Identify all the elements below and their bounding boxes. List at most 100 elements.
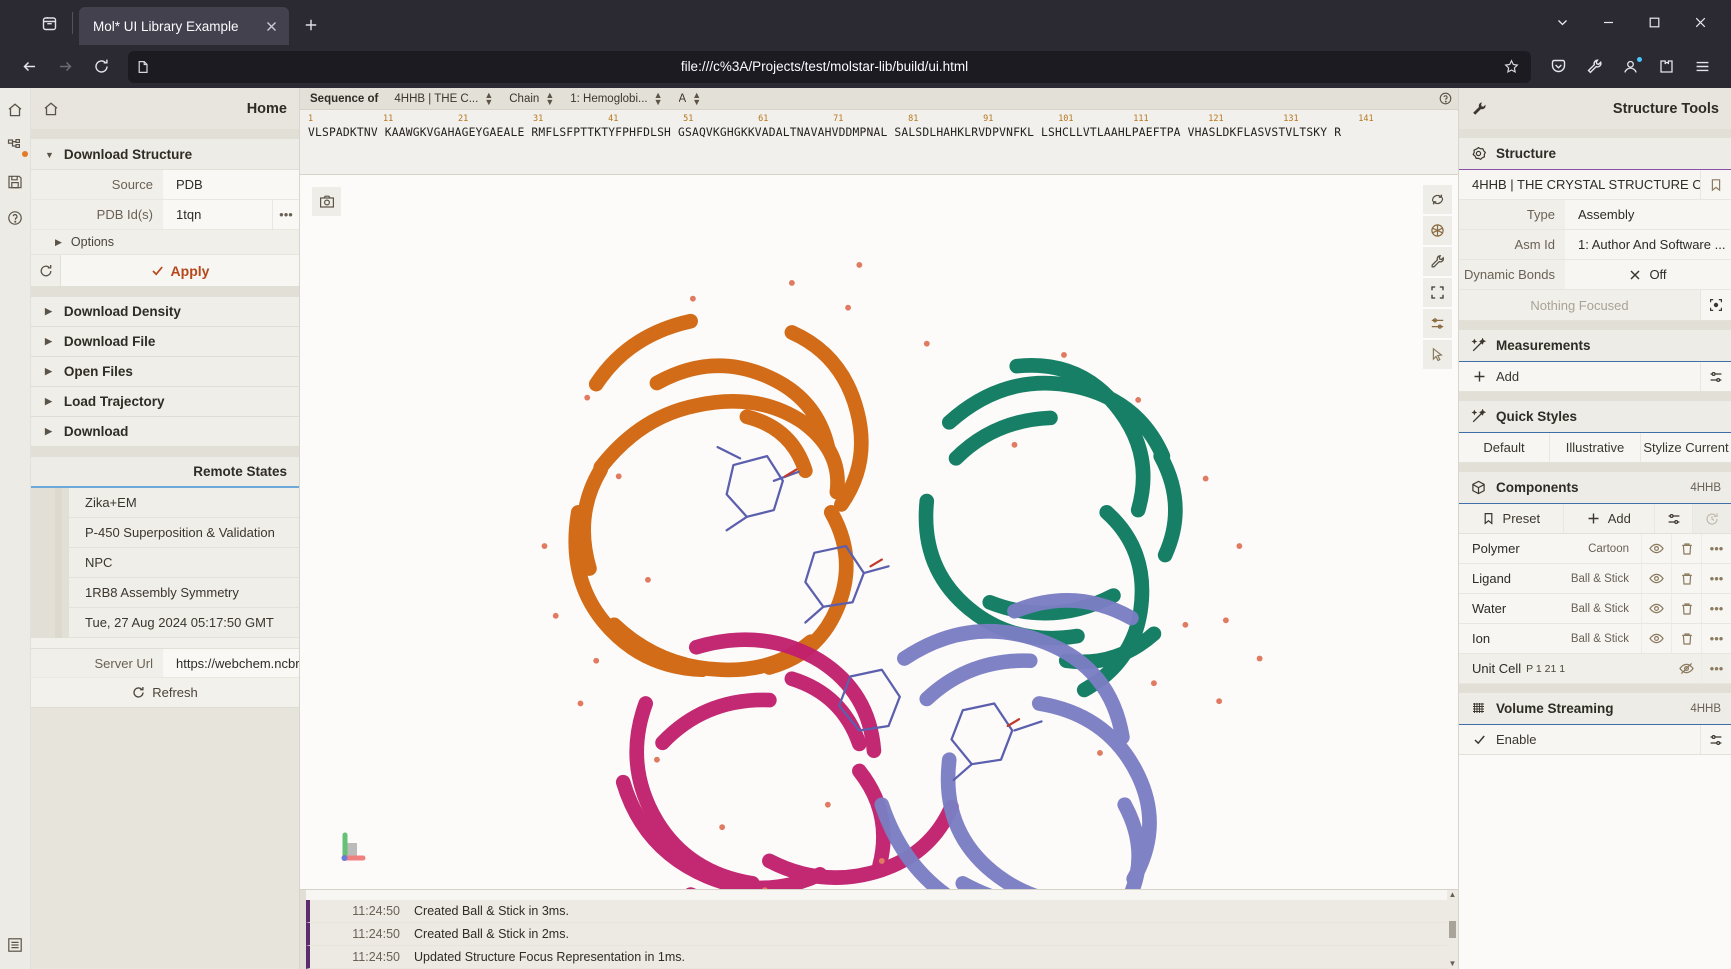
back-arrow-icon[interactable] xyxy=(12,50,46,84)
reset-camera-icon[interactable] xyxy=(1423,185,1452,214)
eye-icon[interactable] xyxy=(1641,564,1671,593)
list-item[interactable]: Zika+EM xyxy=(69,488,299,518)
server-url-input[interactable]: https://webchem.ncbr.mu xyxy=(163,649,299,677)
chain-label[interactable]: Chain ▲ ▼ xyxy=(509,90,554,106)
sliders-icon[interactable] xyxy=(1655,504,1693,533)
url-bar[interactable]: file:///c%3A/Projects/test/molstar-lib/b… xyxy=(128,50,1531,83)
section-download[interactable]: ▶ Download xyxy=(31,417,299,447)
section-structure[interactable]: Structure xyxy=(1459,138,1731,169)
eye-icon[interactable] xyxy=(1641,534,1671,563)
section-measurements[interactable]: Measurements xyxy=(1459,330,1731,361)
focus-target-icon[interactable] xyxy=(1700,290,1731,320)
table-row[interactable]: Ion Ball & Stick ••• xyxy=(1459,624,1731,654)
eye-off-icon[interactable] xyxy=(1671,654,1701,683)
home-icon[interactable] xyxy=(3,98,27,122)
spin-icon[interactable] xyxy=(1423,216,1452,245)
structure-type-select[interactable]: Assembly xyxy=(1565,200,1731,229)
eye-icon[interactable] xyxy=(1641,594,1671,623)
volume-enable-button[interactable]: Enable xyxy=(1459,725,1700,754)
section-volume-streaming[interactable]: Volume Streaming 4HHB xyxy=(1459,693,1731,724)
dynamic-bonds-toggle[interactable]: Off xyxy=(1565,260,1731,289)
settings-wrench-icon[interactable] xyxy=(1423,247,1452,276)
chain-select[interactable]: 1: Hemoglobi... ▲ ▼ xyxy=(570,90,662,106)
help-icon[interactable] xyxy=(3,206,27,230)
section-download-file[interactable]: ▶ Download File xyxy=(31,327,299,357)
apply-button[interactable]: Apply xyxy=(61,255,299,286)
3d-viewport[interactable] xyxy=(300,175,1458,889)
window-close-icon[interactable] xyxy=(1677,0,1723,45)
table-row[interactable]: Polymer Cartoon ••• xyxy=(1459,534,1731,564)
add-measurement-button[interactable]: Add xyxy=(1459,362,1700,391)
style-stylize-current-button[interactable]: Stylize Current xyxy=(1641,433,1731,462)
eye-icon[interactable] xyxy=(1641,624,1671,653)
viewport-settings-icon[interactable] xyxy=(1423,309,1452,338)
list-item[interactable]: NPC xyxy=(69,548,299,578)
components-add-button[interactable]: Add xyxy=(1564,504,1655,533)
wrench-icon[interactable] xyxy=(1577,50,1611,84)
bookmark-icon[interactable] xyxy=(1700,170,1731,199)
pocket-icon[interactable] xyxy=(1541,50,1575,84)
more-icon[interactable]: ••• xyxy=(1701,534,1731,563)
maximize-icon[interactable] xyxy=(1631,0,1677,45)
section-download-density[interactable]: ▶ Download Density xyxy=(31,297,299,327)
scroll-down-icon[interactable]: ▼ xyxy=(1449,960,1457,968)
sliders-icon[interactable] xyxy=(1700,362,1731,391)
state-tree-icon[interactable] xyxy=(3,134,28,158)
reload-icon[interactable] xyxy=(84,50,118,84)
account-icon[interactable] xyxy=(1613,50,1647,84)
more-icon[interactable]: ••• xyxy=(1701,624,1731,653)
section-download-structure[interactable]: ▼ Download Structure xyxy=(31,139,299,170)
log-scrollbar[interactable]: ▲ ▼ xyxy=(1447,890,1458,969)
sliders-icon[interactable] xyxy=(1700,725,1731,754)
options-toggle[interactable]: ▶ Options xyxy=(31,230,299,255)
scrollbar-thumb[interactable] xyxy=(1449,921,1456,938)
scroll-up-icon[interactable]: ▲ xyxy=(1449,891,1457,899)
list-item[interactable]: 1RB8 Assembly Symmetry xyxy=(69,578,299,608)
more-icon[interactable]: ••• xyxy=(1701,654,1731,683)
more-icon[interactable]: ••• xyxy=(1701,594,1731,623)
unit-cell-row[interactable]: Unit Cell P 1 21 1 ••• xyxy=(1459,654,1731,684)
save-icon[interactable] xyxy=(3,170,27,194)
structure-asmid-select[interactable]: 1: Author And Software ... xyxy=(1565,230,1731,259)
trash-icon[interactable] xyxy=(1671,564,1701,593)
preset-button[interactable]: Preset xyxy=(1459,504,1564,533)
chevron-down-icon[interactable] xyxy=(1539,0,1585,45)
help-icon[interactable] xyxy=(1439,92,1452,105)
history-icon[interactable] xyxy=(1693,504,1731,533)
sequence-entry-select[interactable]: 4HHB | THE C... ▲ ▼ xyxy=(394,90,493,106)
list-item[interactable]: P-450 Superposition & Validation xyxy=(69,518,299,548)
browser-tab[interactable]: Mol* UI Library Example xyxy=(79,7,289,45)
refresh-button[interactable]: Refresh xyxy=(31,678,299,708)
list-item[interactable]: Tue, 27 Aug 2024 05:17:50 GMT xyxy=(69,608,299,638)
home-icon[interactable] xyxy=(43,101,59,117)
section-components[interactable]: Components 4HHB xyxy=(1459,472,1731,503)
trash-icon[interactable] xyxy=(1671,534,1701,563)
source-select[interactable]: PDB xyxy=(163,170,299,199)
fullscreen-icon[interactable] xyxy=(1423,278,1452,307)
structure-entry-row[interactable]: 4HHB | THE CRYSTAL STRUCTURE OF... xyxy=(1459,170,1731,200)
section-load-trajectory[interactable]: ▶ Load Trajectory xyxy=(31,387,299,417)
selection-mode-icon[interactable] xyxy=(1423,340,1452,369)
style-default-button[interactable]: Default xyxy=(1459,433,1550,462)
hamburger-menu-icon[interactable] xyxy=(1685,50,1719,84)
style-illustrative-button[interactable]: Illustrative xyxy=(1550,433,1641,462)
trash-icon[interactable] xyxy=(1671,624,1701,653)
close-icon[interactable] xyxy=(259,14,283,38)
table-row[interactable]: Ligand Ball & Stick ••• xyxy=(1459,564,1731,594)
new-tab-icon[interactable] xyxy=(295,9,327,41)
settings-icon[interactable] xyxy=(3,933,27,957)
pdb-id-input[interactable]: 1tqn xyxy=(163,200,272,229)
section-open-files[interactable]: ▶ Open Files xyxy=(31,357,299,387)
chain-id-select[interactable]: A ▲ ▼ xyxy=(679,90,702,106)
reset-icon[interactable] xyxy=(31,255,61,286)
tab-list-icon[interactable] xyxy=(32,6,66,40)
minimize-icon[interactable] xyxy=(1585,0,1631,45)
section-quick-styles[interactable]: Quick Styles xyxy=(1459,401,1731,432)
trash-icon[interactable] xyxy=(1671,594,1701,623)
more-icon[interactable]: ••• xyxy=(272,200,299,229)
table-row[interactable]: Water Ball & Stick ••• xyxy=(1459,594,1731,624)
sequence-viewer[interactable]: 1 11 21 31 41 51 61 71 81 91 101 111 121 131 141 VLSPA… xyxy=(300,110,1458,175)
star-icon[interactable] xyxy=(1499,55,1523,79)
extensions-icon[interactable] xyxy=(1649,50,1683,84)
more-icon[interactable]: ••• xyxy=(1701,564,1731,593)
